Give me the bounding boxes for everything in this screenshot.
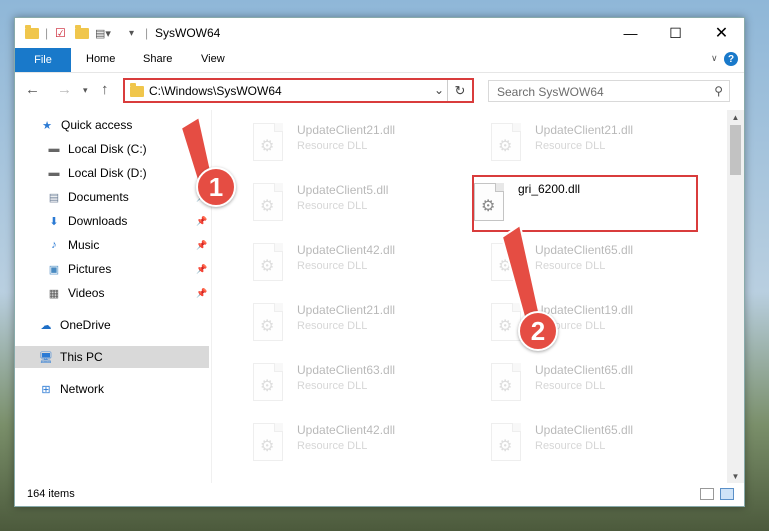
callout-2: 2 bbox=[518, 311, 558, 351]
arrow-2 bbox=[500, 223, 542, 322]
callout-1: 1 bbox=[196, 167, 236, 207]
annotation-arrows bbox=[179, 115, 542, 322]
